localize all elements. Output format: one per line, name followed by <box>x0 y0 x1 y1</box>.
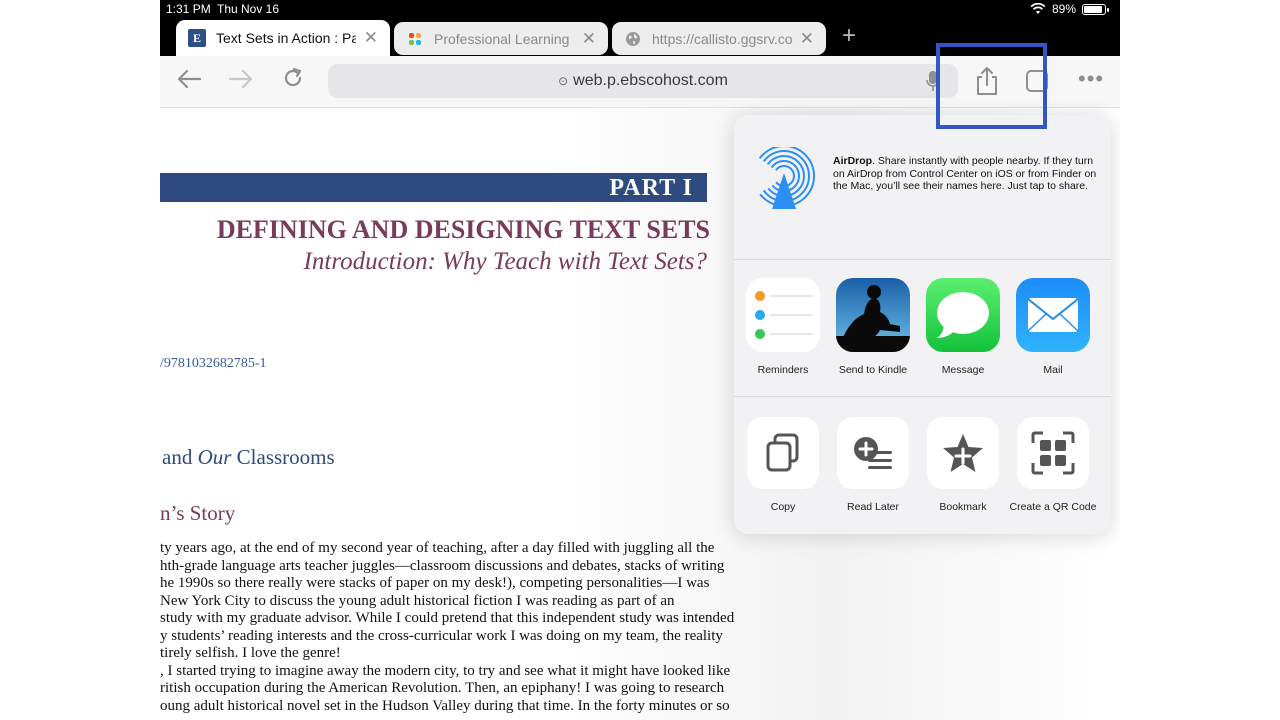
joomla-icon <box>406 30 424 48</box>
section-heading-emphasis: Our <box>197 445 232 469</box>
back-arrow-icon[interactable] <box>172 66 206 96</box>
tab-title: Text Sets in Action : Path <box>216 30 356 46</box>
body-line: y students’ reading interests and the cr… <box>160 627 723 644</box>
share-app-label: Reminders <box>757 364 809 376</box>
share-apps-row: Reminders Send to Kindle Message Mail <box>734 260 1111 397</box>
tab-title: https://callisto.ggsrv.com <box>652 30 792 47</box>
tab-text-sets[interactable]: E Text Sets in Action : Path ✕ <box>176 20 390 56</box>
tab-title: Professional Learning eB <box>434 30 574 47</box>
status-date: Thu Nov 16 <box>217 2 280 16</box>
airdrop-section[interactable]: AirDrop. Share instantly with people nea… <box>734 115 1111 260</box>
part-label: PART I <box>160 173 707 202</box>
share-action-label: Copy <box>770 501 796 513</box>
wifi-icon <box>1030 3 1046 14</box>
more-icon[interactable]: ••• <box>1078 66 1104 92</box>
share-app-label: Mail <box>1043 364 1063 376</box>
body-line: , I started trying to imagine away the m… <box>160 662 731 679</box>
url-text: web.p.ebscohost.com <box>573 72 728 89</box>
share-action-bookmark[interactable]: Bookmark <box>918 417 1008 513</box>
left-letterbox <box>0 0 160 720</box>
share-app-label: Message <box>941 364 985 376</box>
section-heading: and Our Classrooms <box>162 445 335 470</box>
body-line: oung adult historical novel set in the H… <box>160 697 730 714</box>
doi-link[interactable]: /9781032682785-1 <box>160 356 267 372</box>
share-app-mail[interactable]: Mail <box>1008 278 1098 376</box>
share-action-copy[interactable]: Copy <box>738 417 828 513</box>
status-time: 1:31 PM <box>166 2 211 16</box>
body-text: ty years ago, at the end of my second ye… <box>160 540 764 715</box>
airdrop-body: . Share instantly with people nearby. If… <box>833 155 1097 192</box>
site-info-icon: ⊙ <box>558 74 569 88</box>
share-button-highlight-box <box>936 43 1047 129</box>
new-tab-button[interactable]: + <box>836 24 862 50</box>
body-line: study with my graduate advisor. While I … <box>160 610 735 626</box>
share-app-label: Send to Kindle <box>838 364 908 376</box>
share-action-read-later[interactable]: Read Later <box>828 417 918 513</box>
share-action-qr-code[interactable]: Create a QR Code <box>1008 417 1098 513</box>
share-app-messages[interactable]: Message <box>918 278 1008 376</box>
reload-icon[interactable] <box>276 66 310 96</box>
tab-professional-learning[interactable]: Professional Learning eB ✕ <box>394 22 608 55</box>
right-letterbox <box>1120 0 1280 720</box>
read-later-icon <box>837 417 909 489</box>
share-action-label: Read Later <box>847 501 899 513</box>
mail-icon <box>1016 278 1090 352</box>
share-app-reminders[interactable]: Reminders <box>738 278 828 376</box>
body-line: New York City to discuss the young adult… <box>160 592 675 609</box>
forward-arrow-icon[interactable] <box>224 66 258 96</box>
status-bar: 1:31 PM Thu Nov 16 89% <box>160 0 1120 20</box>
status-right: 89% <box>1030 2 1109 16</box>
share-action-label: Bookmark <box>939 501 987 513</box>
messages-icon <box>926 278 1000 352</box>
battery-icon <box>1082 3 1109 15</box>
reminders-icon <box>746 278 820 352</box>
body-line: ty years ago, at the end of my second ye… <box>160 540 715 556</box>
section-heading-text: and <box>162 445 198 469</box>
close-icon[interactable]: ✕ <box>364 28 378 48</box>
body-line: tirely selfish. I love the genre! <box>160 645 341 661</box>
airdrop-title: AirDrop <box>833 155 873 167</box>
share-app-kindle[interactable]: Send to Kindle <box>828 278 918 376</box>
bookmark-star-icon <box>927 417 999 489</box>
body-line: hth-grade language arts teacher juggles—… <box>160 557 725 574</box>
close-icon[interactable]: ✕ <box>800 29 814 49</box>
share-action-label: Create a QR Code <box>1009 501 1097 513</box>
subsection-heading: n’s Story <box>160 501 236 525</box>
ebsco-logo-icon: E <box>188 29 206 47</box>
airdrop-description: AirDrop. Share instantly with people nea… <box>833 155 1097 193</box>
close-icon[interactable]: ✕ <box>582 29 596 49</box>
section-heading-text: Classrooms <box>231 445 335 469</box>
chapter-title: DEFINING AND DESIGNING TEXT SETS <box>216 215 710 244</box>
share-sheet: AirDrop. Share instantly with people nea… <box>734 115 1111 534</box>
battery-percent: 89% <box>1051 2 1076 16</box>
airdrop-icon <box>753 147 815 209</box>
chapter-subtitle: Introduction: Why Teach with Text Sets? <box>303 248 707 275</box>
body-line: ritish occupation during the American Re… <box>160 680 725 696</box>
tab-callisto[interactable]: https://callisto.ggsrv.com ✕ <box>612 22 826 55</box>
copy-icon <box>747 417 819 489</box>
address-bar[interactable]: ⊙ web.p.ebscohost.com <box>328 64 958 98</box>
kindle-icon <box>836 278 910 352</box>
globe-icon <box>624 30 642 48</box>
share-actions-row: Copy Read Later Bookmark Create a QR Cod… <box>734 397 1111 534</box>
body-line: he 1990s so there really were stacks of … <box>160 575 710 591</box>
qr-code-icon <box>1017 417 1089 489</box>
